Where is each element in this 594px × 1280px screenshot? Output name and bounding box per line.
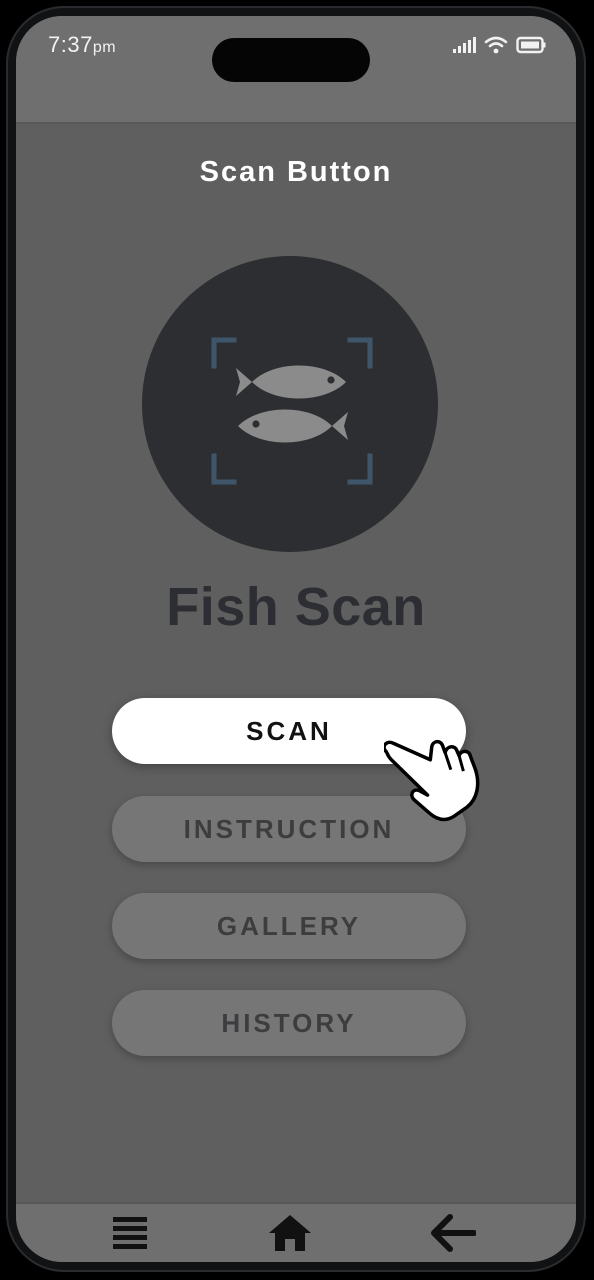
app-logo — [142, 256, 438, 552]
bottom-nav — [16, 1202, 576, 1262]
home-icon — [267, 1213, 313, 1258]
status-bar: 7:37pm — [16, 16, 576, 124]
status-time-ampm: pm — [92, 39, 117, 56]
back-arrow-icon — [428, 1213, 477, 1258]
page-title: Scan Button — [199, 156, 393, 188]
nav-home-button[interactable] — [262, 1212, 318, 1258]
camera-notch — [212, 38, 370, 82]
gallery-button[interactable]: GALLERY — [112, 893, 466, 959]
status-icons — [452, 36, 546, 54]
pointer-hand-icon — [382, 708, 514, 829]
battery-icon — [516, 36, 546, 54]
status-time: 7:37pm — [48, 32, 116, 58]
nav-back-button[interactable] — [424, 1212, 480, 1258]
status-time-value: 7:37 — [48, 32, 93, 57]
nav-menu-button[interactable] — [102, 1212, 158, 1258]
history-button[interactable]: HISTORY — [112, 990, 466, 1056]
app-name: Fish Scan — [166, 577, 426, 637]
wifi-icon — [484, 36, 508, 54]
menu-icon — [111, 1214, 149, 1257]
app-screen: 7:37pm Scan Button Fish Scan SCAN INSTRU… — [16, 16, 576, 1262]
signal-icon — [452, 36, 476, 54]
